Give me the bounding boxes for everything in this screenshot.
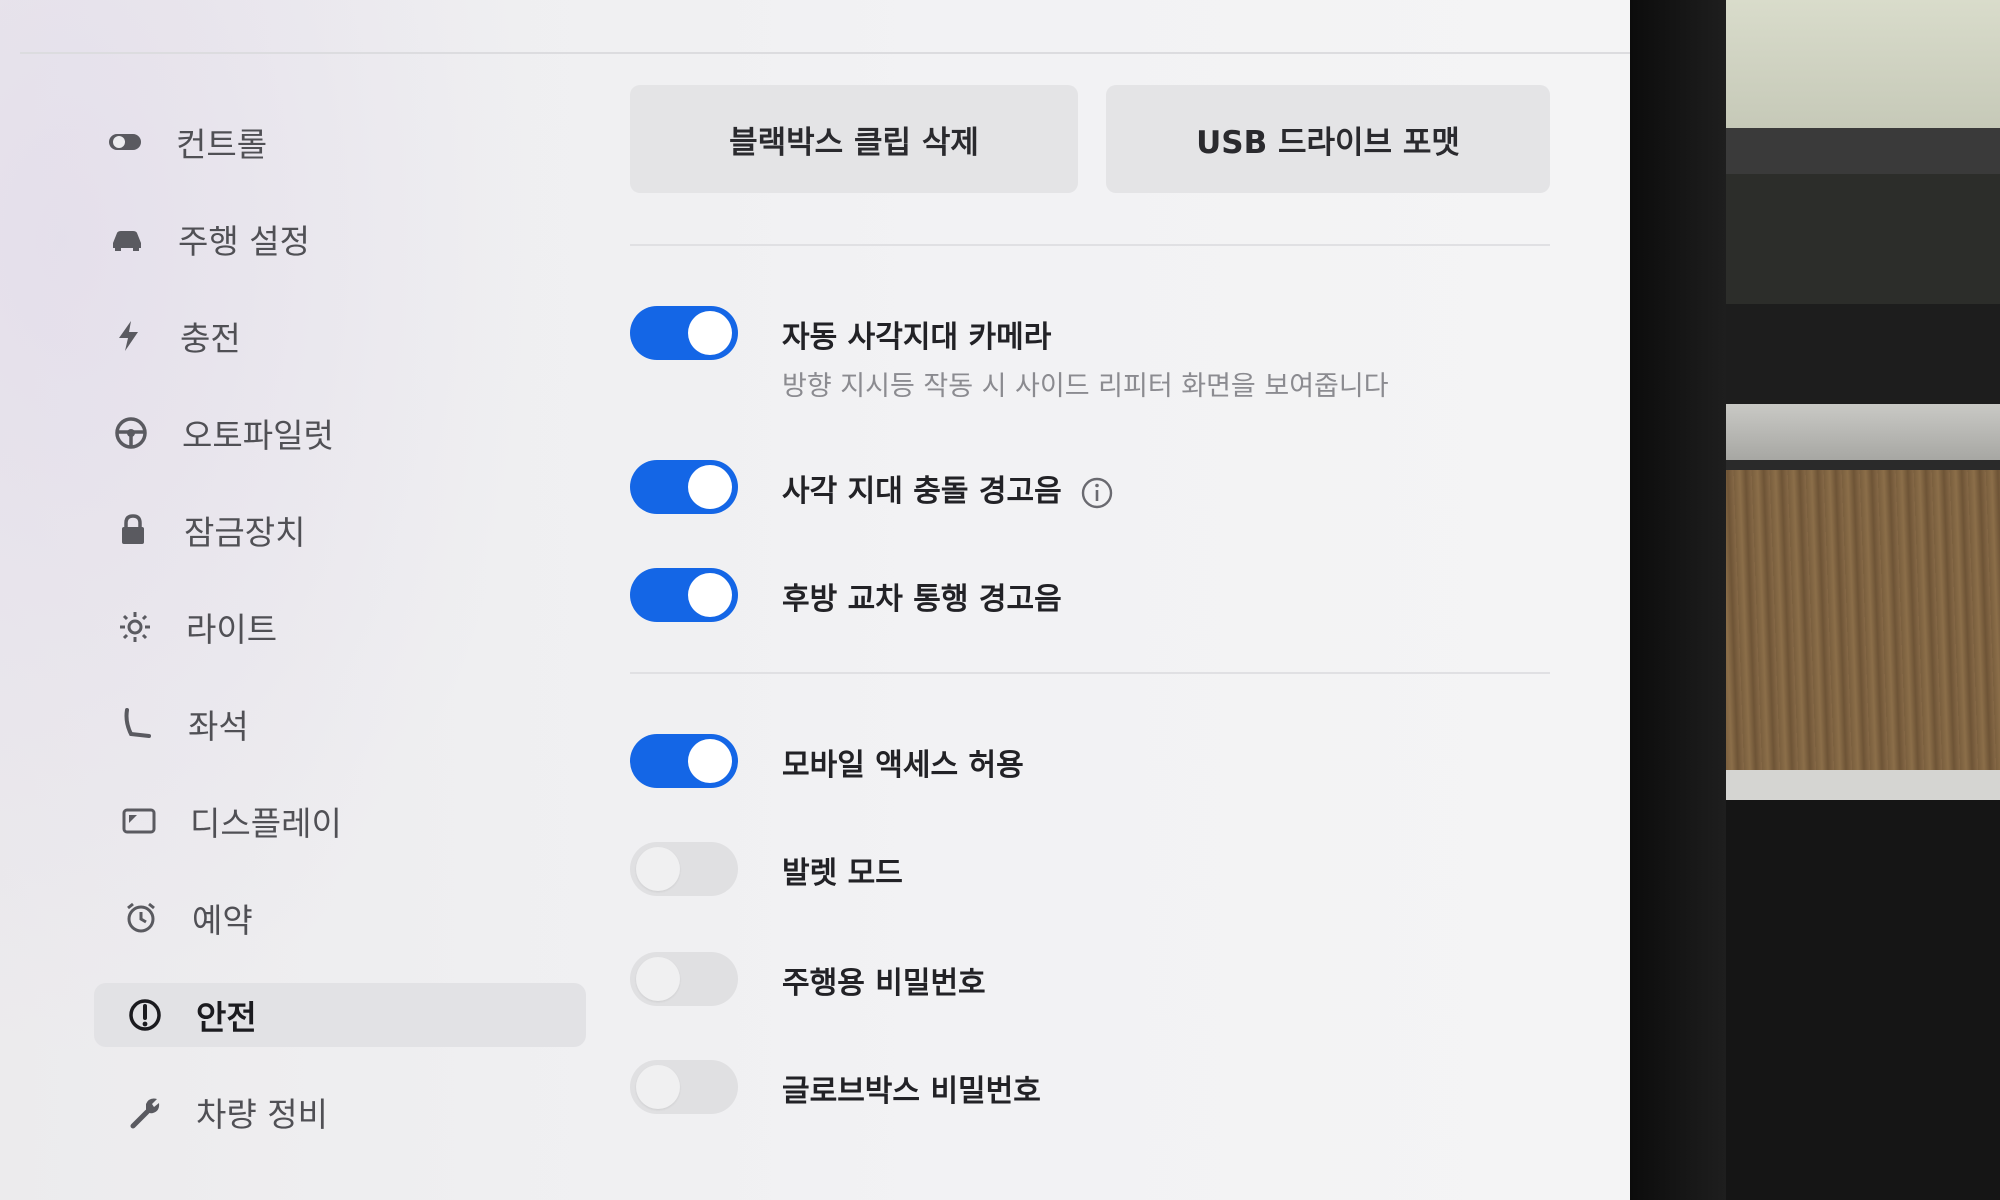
setting-label: 사각 지대 충돌 경고음 [782, 474, 1062, 509]
setting-label: 글로브박스 비밀번호 [782, 1074, 1041, 1109]
sidebar-item-label: 디스플레이 [190, 804, 342, 843]
section-divider [630, 244, 1550, 246]
toggle-knob [688, 739, 732, 783]
touchscreen: 컨트롤 주행 설정 충전 오토파일럿 잠금장치 라이트 좌석 디스플레이 예약 … [0, 0, 1630, 1200]
sidebar-item-charging[interactable]: 충전 [94, 304, 570, 368]
sidebar: 컨트롤 주행 설정 충전 오토파일럿 잠금장치 라이트 좌석 디스플레이 예약 … [90, 110, 586, 1177]
sidebar-item-lights[interactable]: 라이트 [100, 595, 570, 659]
sidebar-item-safety[interactable]: 안전 [94, 983, 586, 1047]
toggle-knob [636, 1065, 680, 1109]
info-icon[interactable] [1080, 476, 1114, 510]
light-icon [114, 606, 156, 648]
sidebar-item-label: 예약 [192, 901, 253, 940]
sidebar-item-label: 라이트 [186, 610, 278, 649]
delete-dashcam-clips-button[interactable]: 블랙박스 클립 삭제 [630, 85, 1078, 193]
alert-circle-icon [124, 994, 166, 1036]
sidebar-item-label: 주행 설정 [178, 222, 310, 261]
seat-icon [116, 703, 158, 745]
setting-label: 자동 사각지대 카메라 [782, 320, 1052, 355]
pin-to-drive-toggle[interactable] [630, 952, 738, 1006]
steering-wheel-icon [110, 412, 152, 454]
setting-label: 주행용 비밀번호 [782, 966, 986, 1001]
alarm-clock-icon [120, 897, 162, 939]
sidebar-item-seats[interactable]: 좌석 [102, 692, 570, 756]
screen-bezel [1630, 0, 1726, 1200]
sidebar-item-label: 오토파일럿 [182, 416, 334, 455]
toggle-knob [688, 311, 732, 355]
format-usb-drive-button[interactable]: USB 드라이브 포맷 [1106, 85, 1550, 193]
setting-label: 모바일 액세스 허용 [782, 748, 1024, 783]
setting-description: 방향 지시등 작동 시 사이드 리피터 화면을 보여줍니다 [782, 371, 1389, 402]
display-icon [118, 800, 160, 842]
sidebar-item-autopilot[interactable]: 오토파일럿 [96, 401, 570, 465]
toggle-knob [688, 465, 732, 509]
lock-icon [112, 509, 154, 551]
car-interior-background [1726, 0, 2000, 1200]
blind-spot-chime-toggle[interactable] [630, 460, 738, 514]
setting-label: 발렛 모드 [782, 856, 903, 891]
mobile-access-toggle[interactable] [630, 734, 738, 788]
setting-label-wrap: 사각 지대 충돌 경고음 [782, 466, 1114, 510]
sidebar-item-label: 차량 정비 [196, 1095, 328, 1134]
section-divider [630, 672, 1550, 674]
sidebar-item-controls[interactable]: 컨트롤 [90, 110, 570, 174]
sidebar-item-label: 좌석 [188, 707, 249, 746]
wrench-icon [124, 1091, 166, 1133]
top-divider [20, 52, 1630, 54]
toggle-knob [688, 573, 732, 617]
rear-cross-traffic-chime-toggle[interactable] [630, 568, 738, 622]
sidebar-item-display[interactable]: 디스플레이 [104, 789, 570, 853]
sidebar-item-label: 잠금장치 [184, 513, 306, 552]
button-label: USB 드라이브 포맷 [1196, 124, 1460, 161]
sidebar-item-service[interactable]: 차량 정비 [110, 1080, 570, 1144]
photo-frame: 컨트롤 주행 설정 충전 오토파일럿 잠금장치 라이트 좌석 디스플레이 예약 … [0, 0, 2000, 1200]
sidebar-item-driving[interactable]: 주행 설정 [92, 207, 570, 271]
toggle-knob [636, 957, 680, 1001]
toggle-icon [104, 121, 146, 163]
car-icon [106, 218, 148, 260]
toggle-knob [636, 847, 680, 891]
sidebar-item-label: 안전 [196, 998, 257, 1037]
sidebar-item-label: 컨트롤 [176, 125, 268, 164]
valet-mode-toggle[interactable] [630, 842, 738, 896]
blind-spot-camera-toggle[interactable] [630, 306, 738, 360]
sidebar-item-schedule[interactable]: 예약 [106, 886, 570, 950]
sidebar-item-locks[interactable]: 잠금장치 [98, 498, 570, 562]
lightning-icon [108, 315, 150, 357]
setting-label: 후방 교차 통행 경고음 [782, 582, 1062, 617]
glovebox-pin-toggle[interactable] [630, 1060, 738, 1114]
sidebar-item-label: 충전 [180, 319, 241, 358]
button-label: 블랙박스 클립 삭제 [729, 124, 979, 161]
